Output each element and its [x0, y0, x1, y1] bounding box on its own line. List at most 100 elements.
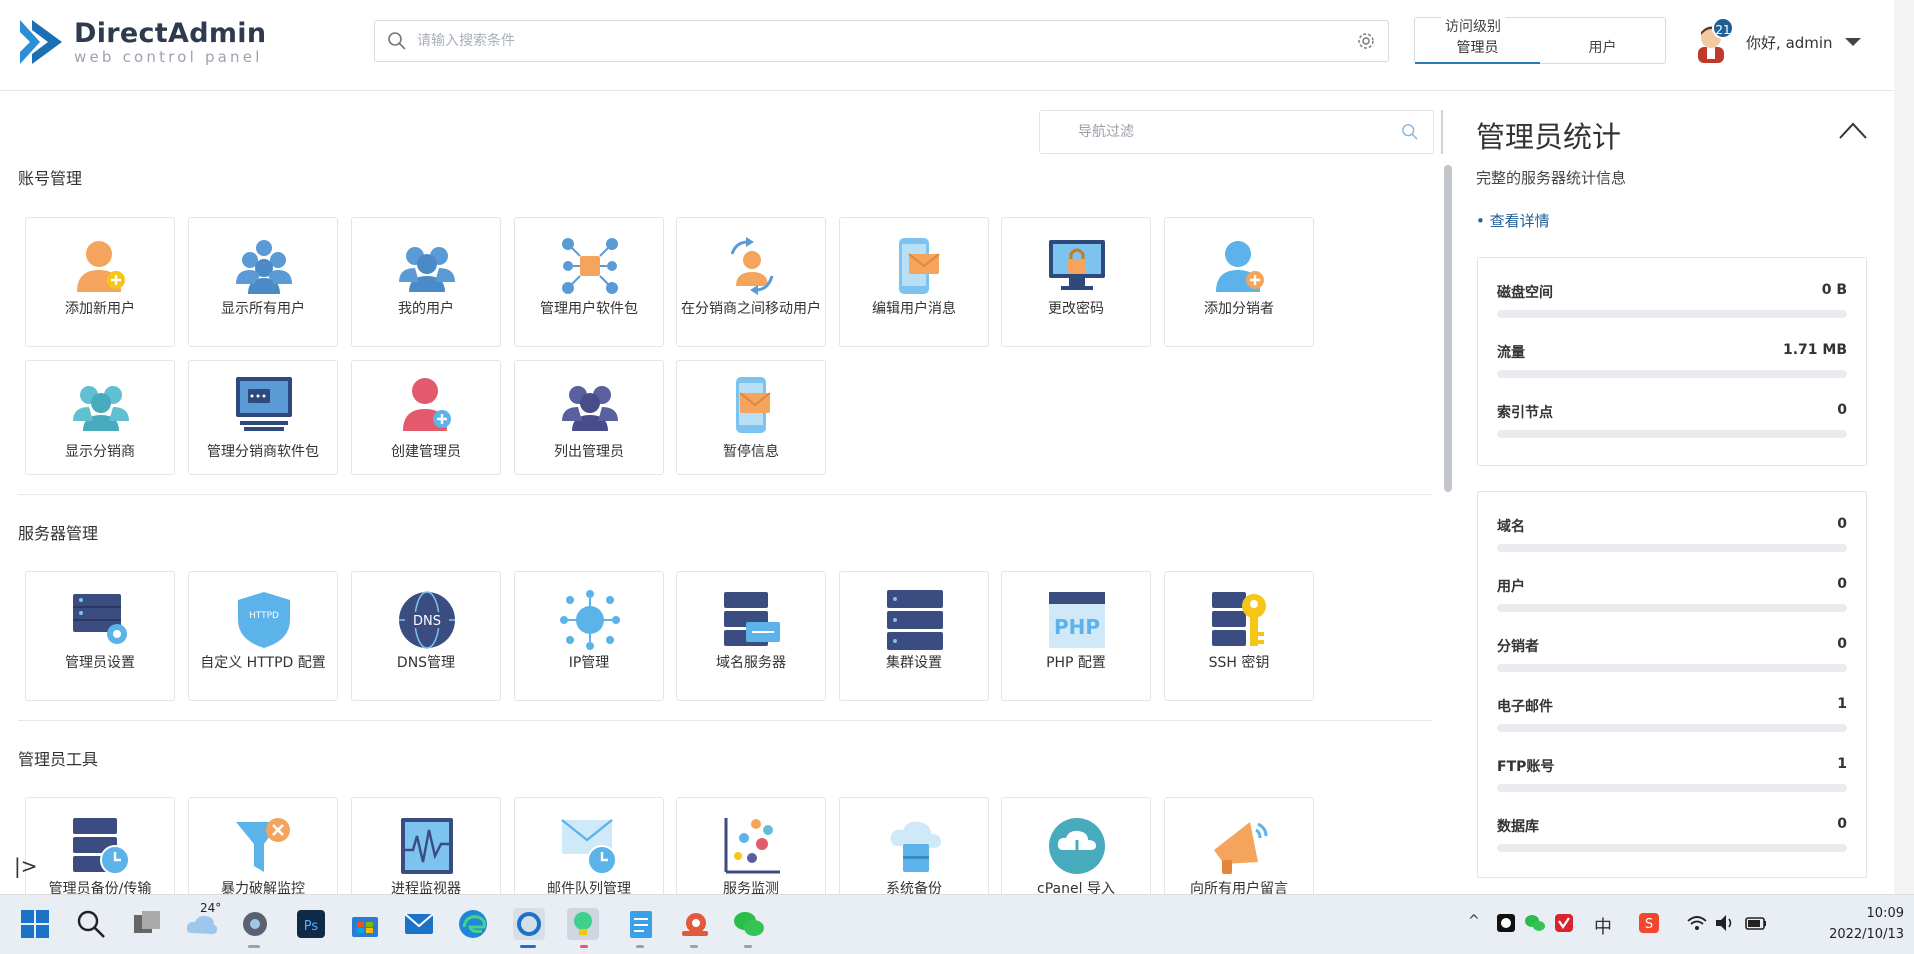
windows-taskbar: 24° Ps ^ 中 S 10:09 2022/10/13	[0, 894, 1914, 954]
volume-icon[interactable]	[1714, 913, 1736, 933]
tile-process-monitor[interactable]: 进程监视器	[351, 797, 501, 894]
system-clock[interactable]: 10:09 2022/10/13	[1788, 903, 1904, 945]
chevron-down-icon[interactable]	[1844, 38, 1861, 46]
cluster-icon	[887, 590, 943, 650]
tile-manage-user-packages[interactable]: 管理用户软件包	[514, 217, 664, 347]
clock-time: 10:09	[1866, 906, 1904, 921]
tile-service-monitor[interactable]: 服务监测	[676, 797, 826, 894]
ime-indicator[interactable]: 中	[1594, 913, 1612, 939]
ssh-key-icon	[1212, 592, 1266, 646]
tile-ssh-keys[interactable]: SSH 密钥	[1164, 571, 1314, 701]
tile-admin-backup[interactable]: 管理员备份/传输	[25, 797, 175, 894]
user-menu[interactable]: 21 你好, admin	[1694, 16, 1861, 68]
chevron-up-icon[interactable]: ^	[1468, 913, 1480, 929]
tile-label: 添加新用户	[65, 301, 135, 317]
windows-start-icon[interactable]	[18, 907, 52, 941]
stat-inodes: 索引节点 0	[1497, 402, 1847, 446]
tile-dns-management[interactable]: DNS DNS管理	[351, 571, 501, 701]
view-details-link[interactable]: • 查看详情	[1476, 210, 1550, 231]
logo-mark-icon	[18, 16, 64, 68]
tile-label: 自定义 HTTPD 配置	[200, 655, 326, 671]
process-monitor-icon	[401, 818, 453, 874]
mail-clock-icon	[561, 819, 617, 875]
snail-app-icon[interactable]	[678, 907, 712, 941]
tile-label: 管理员备份/传输	[48, 881, 152, 894]
search-input[interactable]	[407, 22, 1356, 60]
tile-suspension-message[interactable]: 暂停信息	[676, 360, 826, 475]
logo-title: DirectAdmin	[74, 18, 267, 49]
store-icon[interactable]	[348, 907, 382, 941]
directadmin-logo[interactable]: DirectAdmin web control panel	[18, 14, 266, 70]
tile-label: 系统备份	[886, 881, 942, 894]
tile-add-user[interactable]: 添加新用户	[25, 217, 175, 347]
tile-label: cPanel 导入	[1037, 881, 1115, 894]
avatar[interactable]: 21	[1694, 17, 1734, 63]
tab-user[interactable]: 用户	[1540, 36, 1665, 64]
notification-badge[interactable]: 21	[1712, 17, 1734, 39]
tile-show-resellers[interactable]: 显示分销商	[25, 360, 175, 475]
light-bulb-app-icon[interactable]	[566, 907, 600, 941]
wechat-tray-icon[interactable]	[1524, 913, 1546, 933]
main-scrollbar[interactable]	[1444, 165, 1452, 492]
tile-cluster-settings[interactable]: 集群设置	[839, 571, 989, 701]
search-icon[interactable]	[74, 907, 108, 941]
stat-bar	[1497, 310, 1847, 318]
wechat-icon[interactable]	[732, 907, 766, 941]
tile-ip-management[interactable]: IP管理	[514, 571, 664, 701]
tile-add-reseller[interactable]: 添加分销者	[1164, 217, 1314, 347]
nav-filter-input[interactable]	[1040, 112, 1401, 152]
page-scrollbar[interactable]	[1894, 0, 1914, 894]
sogou-input-icon[interactable]: S	[1638, 912, 1660, 934]
tile-label: 创建管理员	[391, 444, 461, 460]
tile-label: PHP 配置	[1046, 655, 1106, 671]
stat-value: 1.71 MB	[1782, 342, 1847, 358]
edge-browser-icon[interactable]	[456, 907, 490, 941]
tile-my-users[interactable]: 我的用户	[351, 217, 501, 347]
tile-admin-settings[interactable]: 管理员设置	[25, 571, 175, 701]
tile-edit-user-message[interactable]: 编辑用户消息	[839, 217, 989, 347]
top-header: DirectAdmin web control panel 访问级别 管理员 用…	[0, 0, 1894, 91]
svg-text:S: S	[1645, 917, 1653, 932]
tile-system-backup[interactable]: 系统备份	[839, 797, 989, 894]
wifi-icon[interactable]	[1686, 913, 1708, 933]
battery-icon[interactable]	[1744, 913, 1768, 933]
tile-php-config[interactable]: PHP PHP 配置	[1001, 571, 1151, 701]
tile-nameservers[interactable]: 域名服务器	[676, 571, 826, 701]
search-icon[interactable]	[1401, 123, 1419, 141]
tray-app-icon[interactable]	[1496, 913, 1516, 933]
tile-brute-force-monitor[interactable]: 暴力破解监控	[188, 797, 338, 894]
filter-block-icon	[236, 818, 290, 872]
package-network-icon	[562, 238, 618, 294]
stat-label: 用户	[1497, 579, 1525, 595]
app-indicator	[248, 945, 260, 948]
photoshop-icon[interactable]: Ps	[294, 907, 328, 941]
tab-admin[interactable]: 管理员	[1415, 36, 1540, 64]
browser-app-icon[interactable]	[512, 907, 546, 941]
mail-icon[interactable]	[402, 907, 436, 941]
stat-value: 0	[1837, 516, 1847, 532]
chevron-up-icon[interactable]	[1838, 120, 1868, 140]
app-indicator	[636, 945, 644, 948]
tile-change-password[interactable]: 更改密码	[1001, 217, 1151, 347]
tile-mail-queue[interactable]: 邮件队列管理	[514, 797, 664, 894]
tile-list-admins[interactable]: 列出管理员	[514, 360, 664, 475]
settings-gear-icon[interactable]	[238, 907, 272, 941]
add-reseller-icon	[1216, 241, 1264, 292]
tile-move-users[interactable]: 在分销商之间移动用户	[676, 217, 826, 347]
tile-create-admin[interactable]: 创建管理员	[351, 360, 501, 475]
stat-bar	[1497, 544, 1847, 552]
cloud-download-icon	[1049, 818, 1105, 874]
stat-label: 域名	[1497, 519, 1525, 535]
notepad-icon[interactable]	[624, 907, 658, 941]
expand-sidebar-icon[interactable]: |>	[14, 854, 38, 878]
tile-cpanel-import[interactable]: cPanel 导入	[1001, 797, 1151, 894]
tile-message-all-users[interactable]: 向所有用户留言	[1164, 797, 1314, 894]
panel-splitter[interactable]	[1441, 110, 1443, 154]
task-view-icon[interactable]	[130, 907, 164, 941]
gear-icon[interactable]	[1356, 31, 1376, 51]
tile-custom-httpd[interactable]: HTTPD 自定义 HTTPD 配置	[188, 571, 338, 701]
stat-disk-space: 磁盘空间 0 B	[1497, 282, 1847, 326]
tray-red-app-icon[interactable]	[1554, 913, 1574, 933]
tile-manage-reseller-packages[interactable]: 管理分销商软件包	[188, 360, 338, 475]
tile-show-all-users[interactable]: 显示所有用户	[188, 217, 338, 347]
